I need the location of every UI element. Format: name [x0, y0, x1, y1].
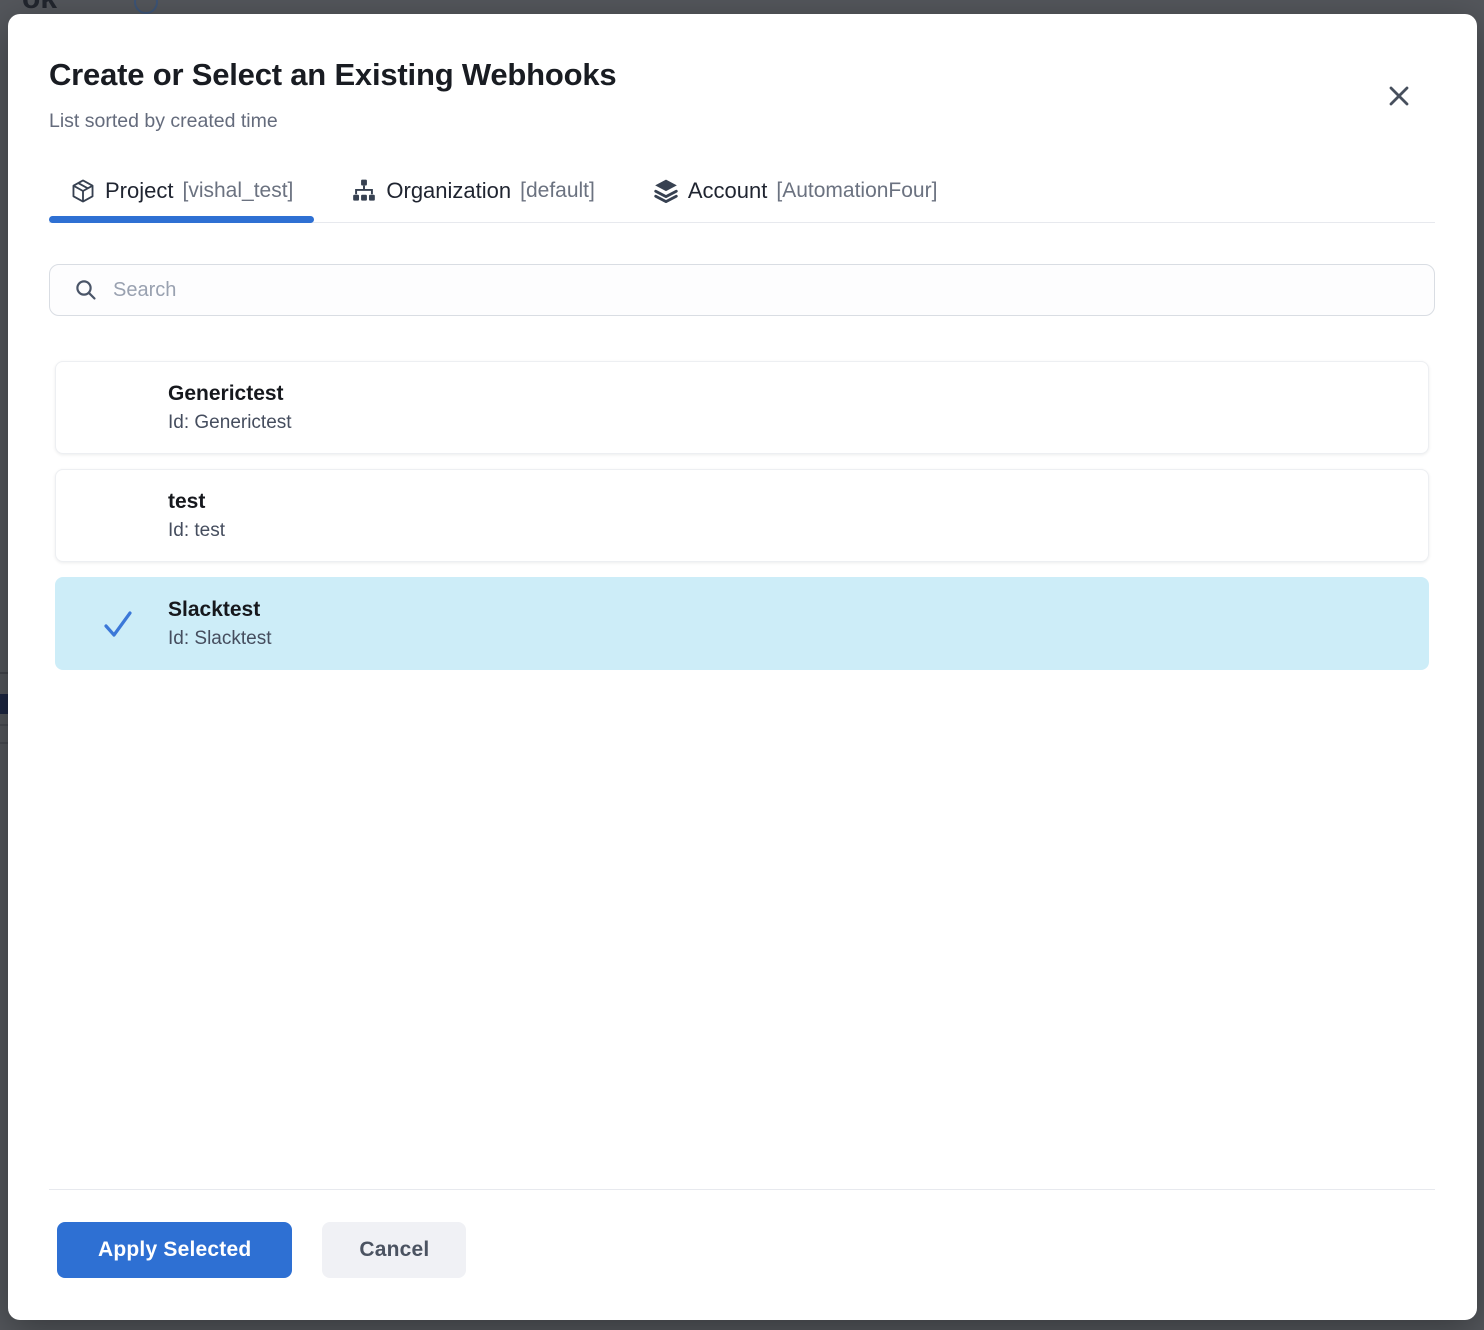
webhook-item-id: Id: Slacktest — [168, 626, 1428, 652]
active-tab-underline — [49, 216, 314, 223]
webhook-list: Generictest Id: Generictest test Id: tes… — [49, 361, 1435, 670]
webhook-item-name: test — [168, 488, 1428, 515]
spacer — [49, 670, 1435, 1189]
tab-project[interactable]: Project [vishal_test] — [49, 178, 314, 222]
page-title: Create or Select an Existing Webhooks — [49, 56, 1435, 94]
tab-bar: Project [vishal_test] Organization [defa… — [49, 178, 1435, 223]
webhook-item[interactable]: Generictest Id: Generictest — [55, 361, 1429, 454]
org-chart-icon — [351, 178, 377, 204]
background-divider — [0, 742, 8, 744]
webhook-item-id: Id: Generictest — [168, 410, 1428, 436]
webhook-item-id: Id: test — [168, 518, 1428, 544]
tab-label: Project — [105, 178, 173, 204]
background-page-text: ok — [22, 0, 57, 14]
footer: Apply Selected Cancel — [49, 1190, 1435, 1320]
tab-account[interactable]: Account [AutomationFour] — [632, 178, 959, 222]
background-sidebar-fragment — [0, 694, 8, 714]
apply-selected-button[interactable]: Apply Selected — [57, 1222, 292, 1278]
tab-label: Organization — [386, 178, 511, 204]
help-circle-icon — [134, 0, 158, 14]
package-icon — [70, 178, 96, 204]
close-icon — [1385, 82, 1413, 110]
tab-label: Account — [688, 178, 768, 204]
background-divider — [0, 672, 8, 674]
webhooks-modal: Create or Select an Existing Webhooks Li… — [8, 14, 1477, 1320]
layers-icon — [653, 178, 679, 204]
tab-organization[interactable]: Organization [default] — [330, 178, 615, 222]
webhook-item-name: Slacktest — [168, 596, 1428, 623]
search-icon — [74, 278, 98, 302]
search-box — [49, 264, 1435, 316]
background-divider — [0, 724, 8, 726]
close-button[interactable] — [1384, 81, 1414, 111]
tab-context-label: [AutomationFour] — [776, 179, 937, 203]
webhook-item[interactable]: Slacktest Id: Slacktest — [55, 577, 1429, 670]
checkmark-icon — [100, 606, 136, 642]
search-input[interactable] — [113, 279, 1420, 302]
webhook-item-name: Generictest — [168, 380, 1428, 407]
tab-context-label: [default] — [520, 179, 595, 203]
webhook-item[interactable]: test Id: test — [55, 469, 1429, 562]
cancel-button[interactable]: Cancel — [322, 1222, 466, 1278]
modal-subtitle: List sorted by created time — [49, 108, 1435, 134]
tab-context-label: [vishal_test] — [182, 179, 293, 203]
